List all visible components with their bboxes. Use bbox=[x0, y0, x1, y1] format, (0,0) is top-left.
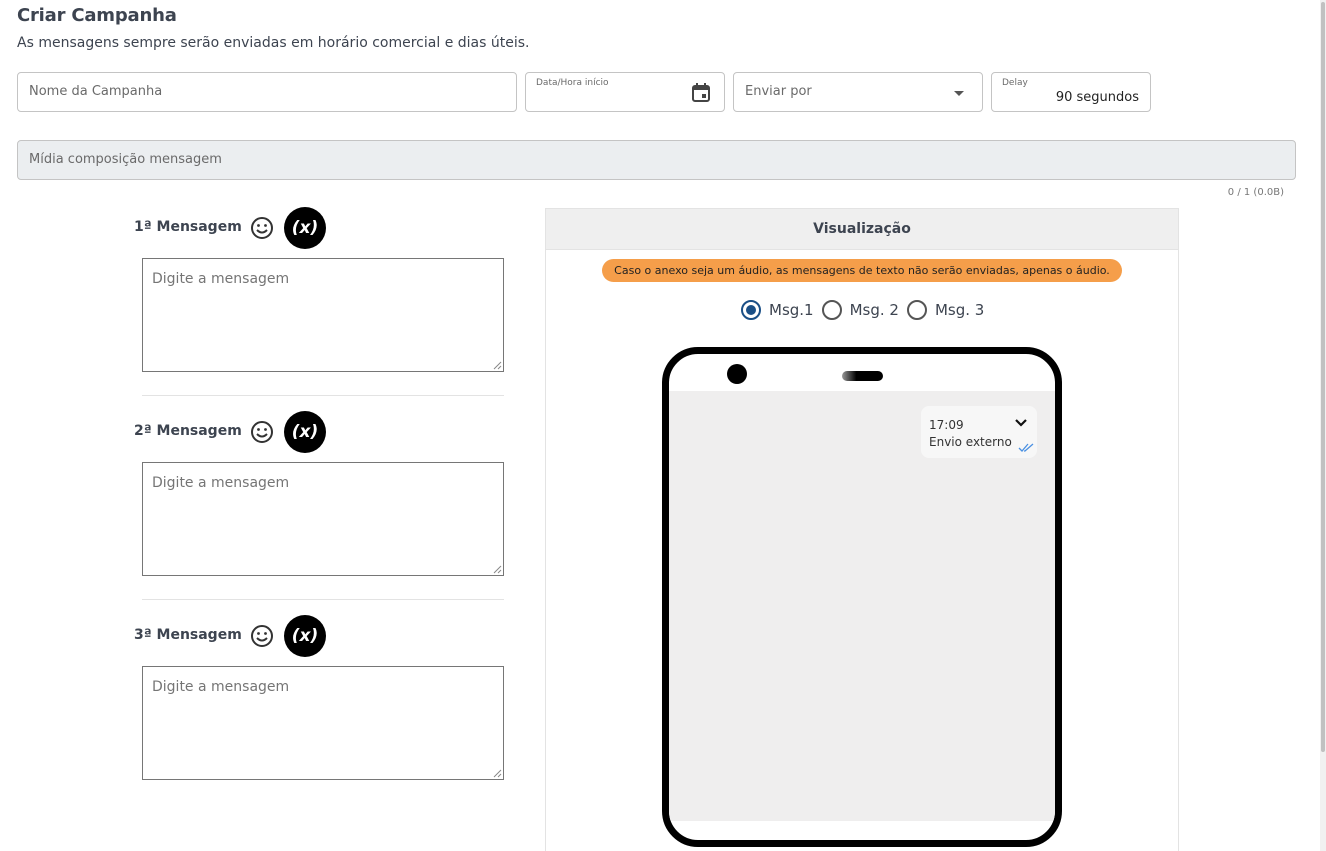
variable-button[interactable]: (x) bbox=[284, 207, 326, 249]
divider bbox=[142, 599, 504, 600]
media-counter: 0 / 1 (0.0B) bbox=[1227, 187, 1284, 198]
radio-msg-2-label: Msg. 2 bbox=[849, 301, 899, 319]
preview-title: Visualização bbox=[546, 209, 1178, 250]
speaker-icon bbox=[842, 371, 883, 381]
vertical-scrollbar[interactable] bbox=[1320, 0, 1326, 851]
message-2-label: 2ª Mensagem bbox=[134, 423, 242, 439]
resize-grip-icon[interactable] bbox=[493, 769, 502, 778]
delay-input[interactable]: Delay 90 segundos bbox=[991, 72, 1151, 112]
message-text: Envio externo bbox=[929, 435, 1012, 449]
phone-mockup: 17:09 Envio externo bbox=[662, 347, 1062, 847]
scrollbar-thumb[interactable] bbox=[1321, 2, 1325, 752]
start-datetime-label: Data/Hora início bbox=[536, 78, 609, 88]
message-1-label: 1ª Mensagem bbox=[134, 219, 242, 235]
message-3-placeholder: Digite a mensagem bbox=[152, 679, 290, 695]
message-bubble: 17:09 Envio externo bbox=[921, 406, 1037, 458]
message-1-placeholder: Digite a mensagem bbox=[152, 271, 290, 287]
variable-button[interactable]: (x) bbox=[284, 615, 326, 657]
calendar-icon[interactable] bbox=[692, 83, 710, 102]
preview-panel: Visualização Caso o anexo seja um áudio,… bbox=[545, 208, 1179, 851]
radio-button[interactable] bbox=[821, 300, 842, 320]
page-subtitle: As mensagens sempre serão enviadas em ho… bbox=[17, 35, 530, 51]
message-1-textarea[interactable]: Digite a mensagem bbox=[142, 258, 504, 372]
message-2-textarea[interactable]: Digite a mensagem bbox=[142, 462, 504, 576]
emoji-icon[interactable] bbox=[250, 420, 274, 444]
send-by-placeholder: Enviar por bbox=[745, 84, 812, 99]
message-selector: Msg.1 Msg. 2 Msg. 3 bbox=[741, 300, 992, 320]
divider bbox=[142, 395, 504, 396]
radio-msg-1-label: Msg.1 bbox=[769, 301, 814, 319]
emoji-icon[interactable] bbox=[250, 216, 274, 240]
resize-grip-icon[interactable] bbox=[493, 361, 502, 370]
page-title: Criar Campanha bbox=[17, 5, 177, 26]
message-3-label: 3ª Mensagem bbox=[134, 627, 242, 643]
delay-label: Delay bbox=[1002, 78, 1028, 88]
campaign-name-input[interactable]: Nome da Campanha bbox=[17, 72, 517, 112]
radio-msg-3-label: Msg. 3 bbox=[934, 301, 985, 319]
radio-button-selected[interactable] bbox=[741, 300, 761, 320]
phone-screen: 17:09 Envio externo bbox=[669, 391, 1055, 821]
radio-msg-1[interactable]: Msg.1 bbox=[741, 300, 814, 320]
chevron-down-icon[interactable] bbox=[1014, 418, 1028, 428]
double-check-icon bbox=[1018, 443, 1034, 452]
send-by-select[interactable]: Enviar por bbox=[733, 72, 983, 112]
delay-value: 90 segundos bbox=[1055, 90, 1139, 105]
variable-button[interactable]: (x) bbox=[284, 411, 326, 453]
camera-icon bbox=[727, 364, 747, 384]
radio-msg-2[interactable]: Msg. 2 bbox=[821, 300, 899, 320]
resize-grip-icon[interactable] bbox=[493, 565, 502, 574]
dropdown-arrow-icon bbox=[954, 91, 964, 96]
media-placeholder: Mídia composição mensagem bbox=[29, 152, 222, 167]
message-2-placeholder: Digite a mensagem bbox=[152, 475, 290, 491]
start-datetime-input[interactable]: Data/Hora início bbox=[525, 72, 725, 112]
emoji-icon[interactable] bbox=[250, 624, 274, 648]
media-input[interactable]: Mídia composição mensagem bbox=[17, 140, 1296, 180]
audio-warning-badge: Caso o anexo seja um áudio, as mensagens… bbox=[602, 259, 1122, 282]
message-3-textarea[interactable]: Digite a mensagem bbox=[142, 666, 504, 780]
campaign-name-placeholder: Nome da Campanha bbox=[29, 84, 163, 99]
radio-msg-3[interactable]: Msg. 3 bbox=[906, 300, 985, 320]
radio-button[interactable] bbox=[906, 300, 927, 320]
message-time: 17:09 bbox=[929, 418, 964, 432]
